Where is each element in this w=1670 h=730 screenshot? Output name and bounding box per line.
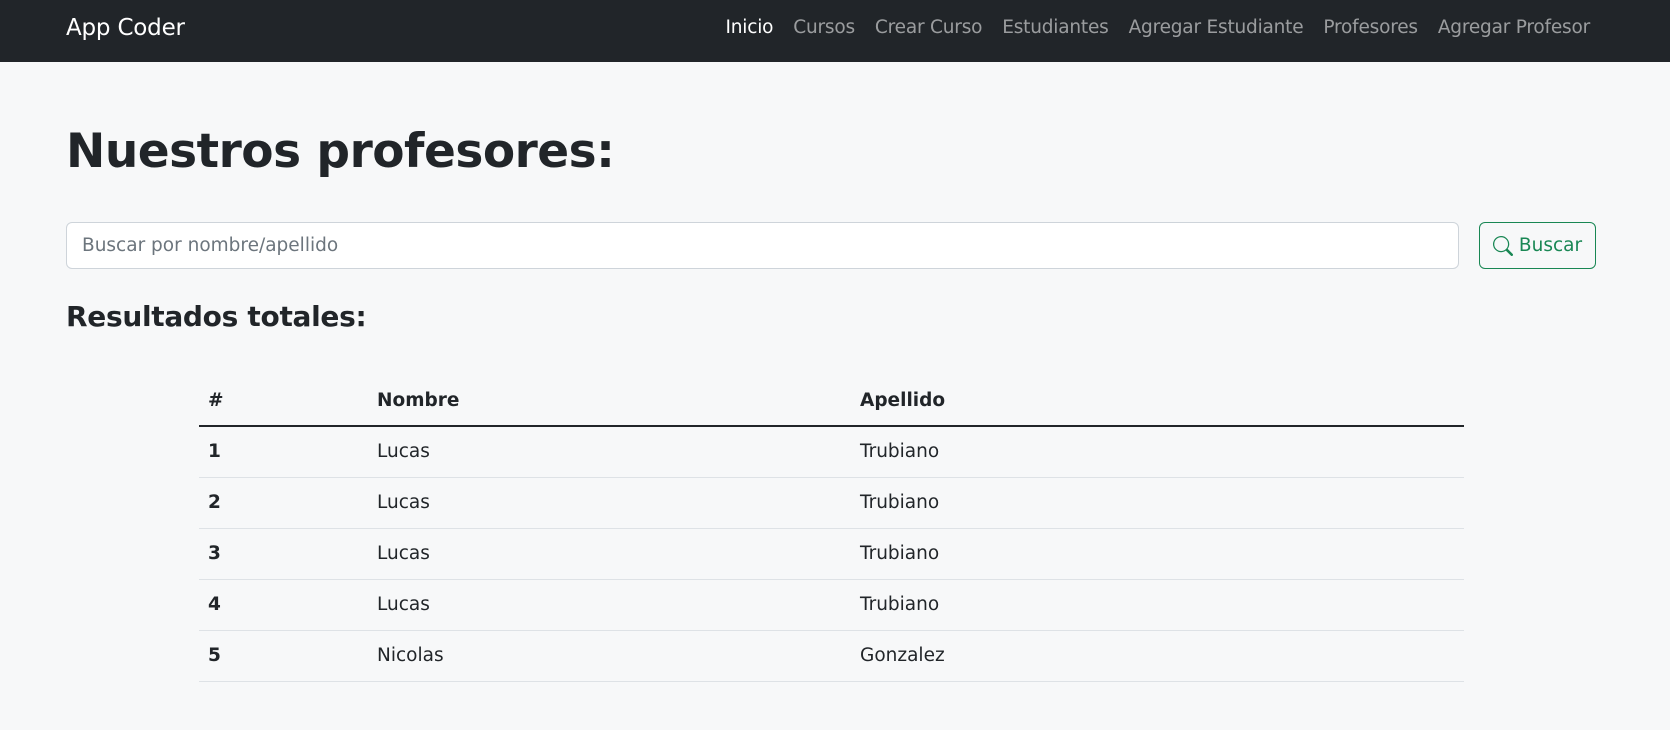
- nav-link-crear-curso[interactable]: Crear Curso: [875, 16, 983, 40]
- cell-nombre: Lucas: [368, 426, 851, 478]
- cell-number: 5: [199, 630, 368, 682]
- cell-apellido: Trubiano: [851, 426, 1464, 478]
- nav-link-estudiantes[interactable]: Estudiantes: [1002, 16, 1109, 40]
- cell-apellido: Trubiano: [851, 528, 1464, 580]
- table-row: 5 Nicolas Gonzalez: [199, 630, 1464, 682]
- cell-number: 4: [199, 579, 368, 631]
- results-table-container: # Nombre Apellido 1 Lucas Trubiano 2 Luc…: [199, 375, 1464, 682]
- results-title: Resultados totales:: [66, 300, 367, 333]
- search-icon: [1492, 235, 1513, 256]
- cell-nombre: Lucas: [368, 579, 851, 631]
- cell-nombre: Nicolas: [368, 630, 851, 682]
- table-header-row: # Nombre Apellido: [199, 375, 1464, 427]
- brand-link[interactable]: App Coder: [66, 14, 185, 42]
- column-header-nombre: Nombre: [368, 375, 851, 427]
- nav-link-agregar-estudiante[interactable]: Agregar Estudiante: [1129, 16, 1304, 40]
- table-row: 4 Lucas Trubiano: [199, 579, 1464, 631]
- column-header-number: #: [199, 375, 368, 427]
- nav-link-profesores[interactable]: Profesores: [1323, 16, 1418, 40]
- page-title: Nuestros profesores:: [66, 124, 615, 179]
- column-header-apellido: Apellido: [851, 375, 1464, 427]
- table-row: 1 Lucas Trubiano: [199, 426, 1464, 478]
- cell-apellido: Trubiano: [851, 477, 1464, 529]
- nav-link-agregar-profesor[interactable]: Agregar Profesor: [1438, 16, 1590, 40]
- nav-link-inicio[interactable]: Inicio: [726, 16, 774, 40]
- results-table: # Nombre Apellido 1 Lucas Trubiano 2 Luc…: [199, 375, 1464, 682]
- cell-apellido: Trubiano: [851, 579, 1464, 631]
- cell-apellido: Gonzalez: [851, 630, 1464, 682]
- table-row: 3 Lucas Trubiano: [199, 528, 1464, 580]
- nav-links: Inicio Cursos Crear Curso Estudiantes Ag…: [726, 16, 1591, 40]
- nav-link-cursos[interactable]: Cursos: [793, 16, 855, 40]
- cell-number: 1: [199, 426, 368, 478]
- cell-number: 3: [199, 528, 368, 580]
- top-navbar: App Coder Inicio Cursos Crear Curso Estu…: [0, 0, 1670, 62]
- cell-nombre: Lucas: [368, 528, 851, 580]
- search-button-label: Buscar: [1518, 235, 1583, 256]
- table-row: 2 Lucas Trubiano: [199, 477, 1464, 529]
- cell-nombre: Lucas: [368, 477, 851, 529]
- search-button[interactable]: Buscar: [1479, 222, 1596, 269]
- cell-number: 2: [199, 477, 368, 529]
- search-input[interactable]: [66, 222, 1459, 269]
